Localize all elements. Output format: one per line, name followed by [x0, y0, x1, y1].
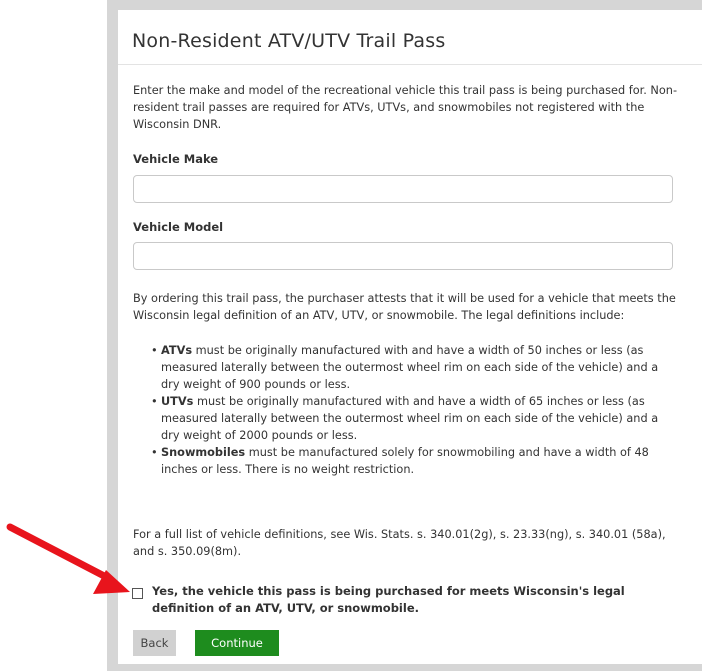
definition-item: • UTVs must be originally manufactured wi…: [151, 395, 659, 442]
confirm-checkbox-label[interactable]: Yes, the vehicle this pass is being purc…: [152, 583, 672, 617]
definition-text: must be originally manufactured with and…: [161, 395, 659, 442]
continue-button[interactable]: Continue: [195, 630, 279, 656]
vehicle-make-input[interactable]: [133, 175, 673, 203]
trail-pass-panel: Non-Resident ATV/UTV Trail Pass Enter th…: [118, 10, 702, 664]
intro-text: Enter the make and model of the recreati…: [133, 84, 678, 131]
vehicle-model-input[interactable]: [133, 242, 673, 270]
definition-text: must be originally manufactured with and…: [161, 344, 659, 391]
definition-item: • ATVs must be originally manufactured wi…: [151, 344, 659, 391]
vehicle-model-label: Vehicle Model: [133, 220, 224, 234]
definitions-list: • ATVs must be originally manufactured wi…: [151, 342, 673, 478]
definition-item: • Snowmobiles must be manufactured solely…: [151, 446, 649, 476]
page-gutter-bottom: [107, 664, 702, 671]
vehicle-make-label: Vehicle Make: [133, 152, 219, 166]
definition-term: ATVs: [161, 344, 193, 357]
title-divider: [118, 64, 702, 65]
definition-term: Snowmobiles: [161, 446, 246, 459]
definition-term: UTVs: [161, 395, 194, 408]
attestation-text: By ordering this trail pass, the purchas…: [133, 292, 676, 322]
page-gutter-top: [107, 0, 702, 10]
red-arrow-icon: [6, 523, 130, 594]
page-title: Non-Resident ATV/UTV Trail Pass: [132, 30, 446, 52]
full-list-text: For a full list of vehicle definitions, …: [133, 528, 666, 558]
